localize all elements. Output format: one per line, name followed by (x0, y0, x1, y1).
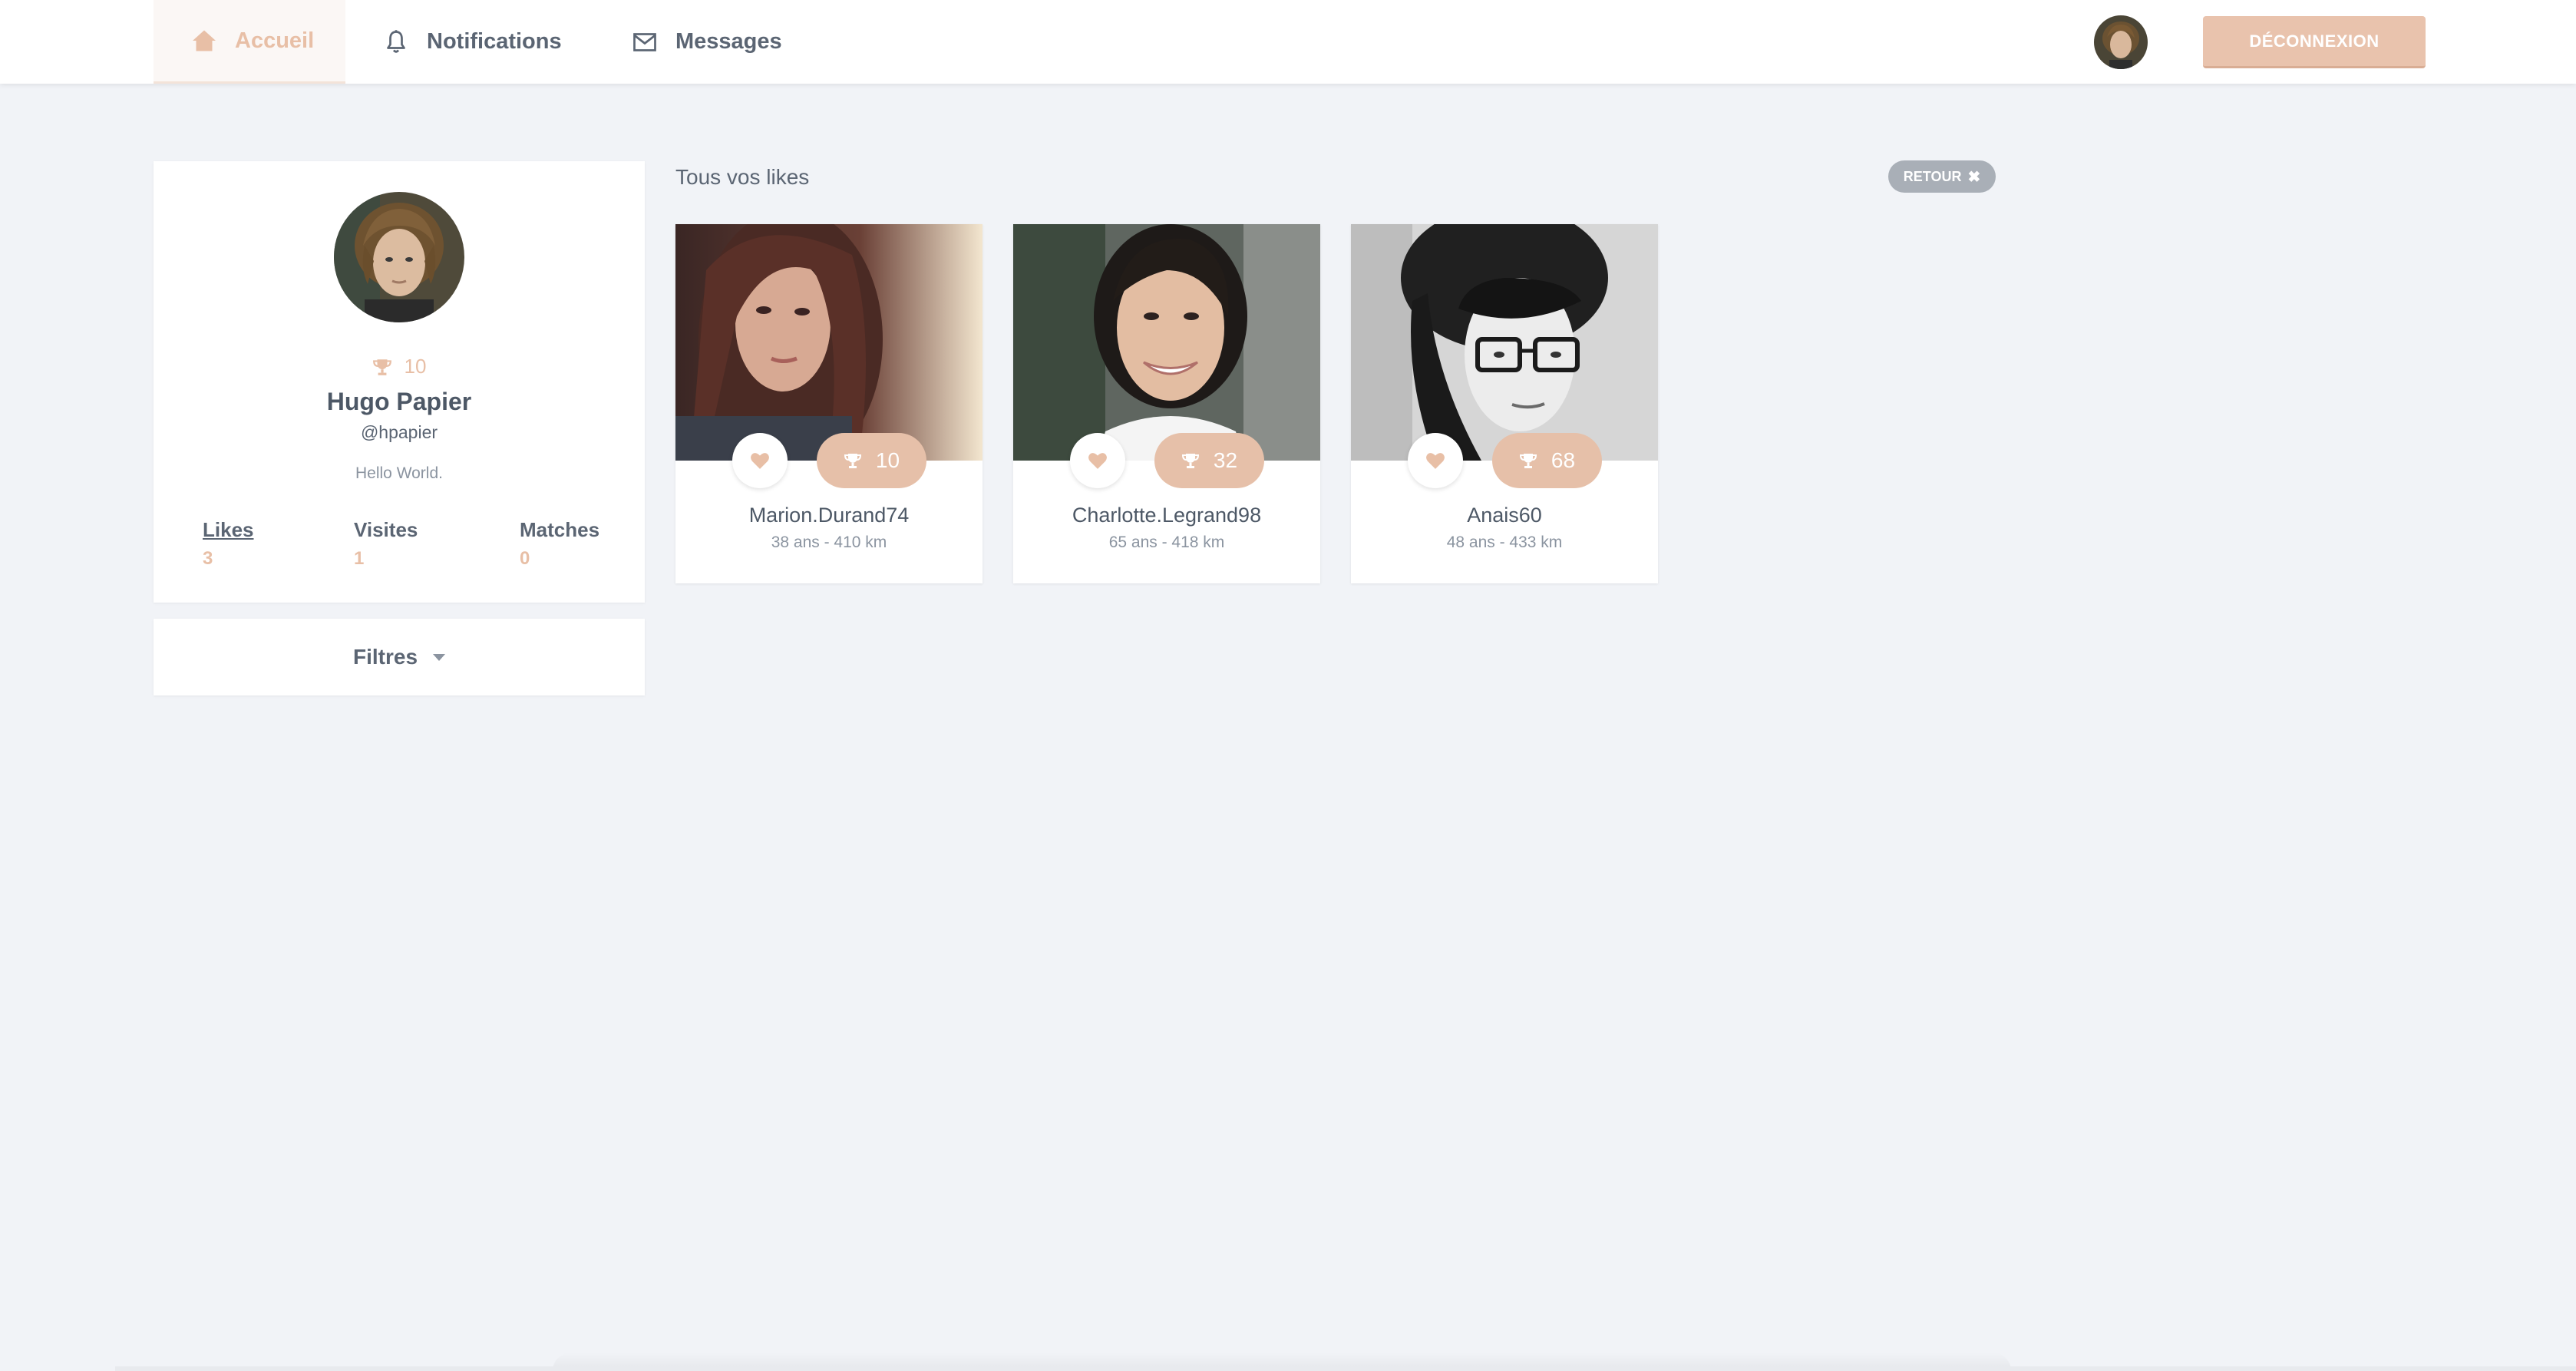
back-button-label: RETOUR (1903, 168, 1962, 184)
nav-messages-label: Messages (675, 29, 782, 54)
stat-visits-value: 1 (354, 548, 365, 569)
score-value: 10 (875, 448, 900, 472)
profile-avatar (334, 192, 464, 322)
nav-notifications-label: Notifications (427, 29, 562, 54)
card-photo (1351, 224, 1658, 461)
score-badge[interactable]: 68 (1492, 433, 1602, 488)
trophy-icon (372, 358, 391, 375)
stat-matches[interactable]: Matches 0 (520, 518, 599, 570)
stat-likes-value: 3 (203, 548, 213, 569)
profile-score: 10 (154, 355, 645, 378)
envelope-icon (633, 32, 656, 51)
like-card[interactable]: 10 Marion.Durand74 38 ans - 410 km (675, 224, 983, 583)
nav-home-label: Accueil (235, 28, 315, 53)
stat-matches-label: Matches (520, 518, 600, 541)
nav-messages[interactable]: Messages (631, 0, 782, 84)
stat-likes-label: Likes (203, 518, 254, 541)
stat-matches-value: 0 (520, 548, 530, 569)
heart-icon (751, 453, 769, 469)
card-photo (675, 224, 983, 461)
heart-icon (1088, 453, 1107, 469)
like-card[interactable]: 32 Charlotte.Legrand98 65 ans - 418 km (1013, 224, 1320, 583)
card-meta: 65 ans - 418 km (1108, 534, 1225, 551)
logout-button[interactable]: DÉCONNEXION (2203, 16, 2426, 68)
bell-icon (387, 29, 405, 53)
card-meta: 48 ans - 433 km (1446, 534, 1563, 551)
profile-score-value: 10 (404, 355, 427, 378)
nav-notifications[interactable]: Notifications (382, 0, 562, 84)
profile-card: 10 Hugo Papier @hpapier Hello World. Lik… (154, 161, 645, 603)
card-photo-image (1351, 224, 1658, 461)
close-icon: ✖ (1967, 168, 1981, 186)
trophy-icon (1519, 454, 1537, 468)
trophy-icon (1181, 454, 1199, 468)
score-value: 68 (1551, 448, 1576, 472)
card-username: Anais60 (1467, 504, 1542, 527)
user-avatar[interactable] (2094, 15, 2148, 69)
home-icon (193, 30, 216, 51)
card-meta: 38 ans - 410 km (771, 534, 887, 551)
top-navigation: Accueil Notifications Messages DÉCONNEXI… (0, 0, 2576, 84)
stat-visits[interactable]: Visites 1 (354, 518, 418, 570)
profile-bio: Hello World. (355, 464, 443, 482)
like-button[interactable] (1408, 433, 1463, 488)
stat-likes[interactable]: Likes 3 (203, 518, 254, 570)
section-title: Tous vos likes (675, 165, 810, 189)
card-username: Charlotte.Legrand98 (1072, 504, 1262, 527)
avatar-image (2094, 15, 2148, 69)
profile-name: Hugo Papier (326, 388, 472, 415)
bottom-edge (115, 1366, 2576, 1371)
score-badge[interactable]: 32 (1154, 433, 1264, 488)
profile-handle: @hpapier (360, 422, 438, 442)
score-value: 32 (1213, 448, 1238, 472)
back-button[interactable]: RETOUR ✖ (1888, 160, 1996, 193)
like-button[interactable] (1070, 433, 1125, 488)
card-photo-image (1013, 224, 1320, 461)
stat-visits-label: Visites (354, 518, 418, 541)
card-photo-image (675, 224, 983, 461)
profile-photo (334, 192, 464, 322)
card-username: Marion.Durand74 (748, 504, 910, 527)
card-photo (1013, 224, 1320, 461)
nav-home[interactable]: Accueil (154, 0, 345, 84)
score-badge[interactable]: 10 (817, 433, 926, 488)
filters-dropdown[interactable]: Filtres (154, 619, 645, 695)
trophy-icon (844, 454, 861, 468)
like-button[interactable] (732, 433, 788, 488)
filters-label: Filtres (352, 645, 418, 669)
caret-down-icon (433, 653, 446, 661)
like-card[interactable]: 68 Anais60 48 ans - 433 km (1351, 224, 1658, 583)
heart-icon (1426, 453, 1445, 469)
